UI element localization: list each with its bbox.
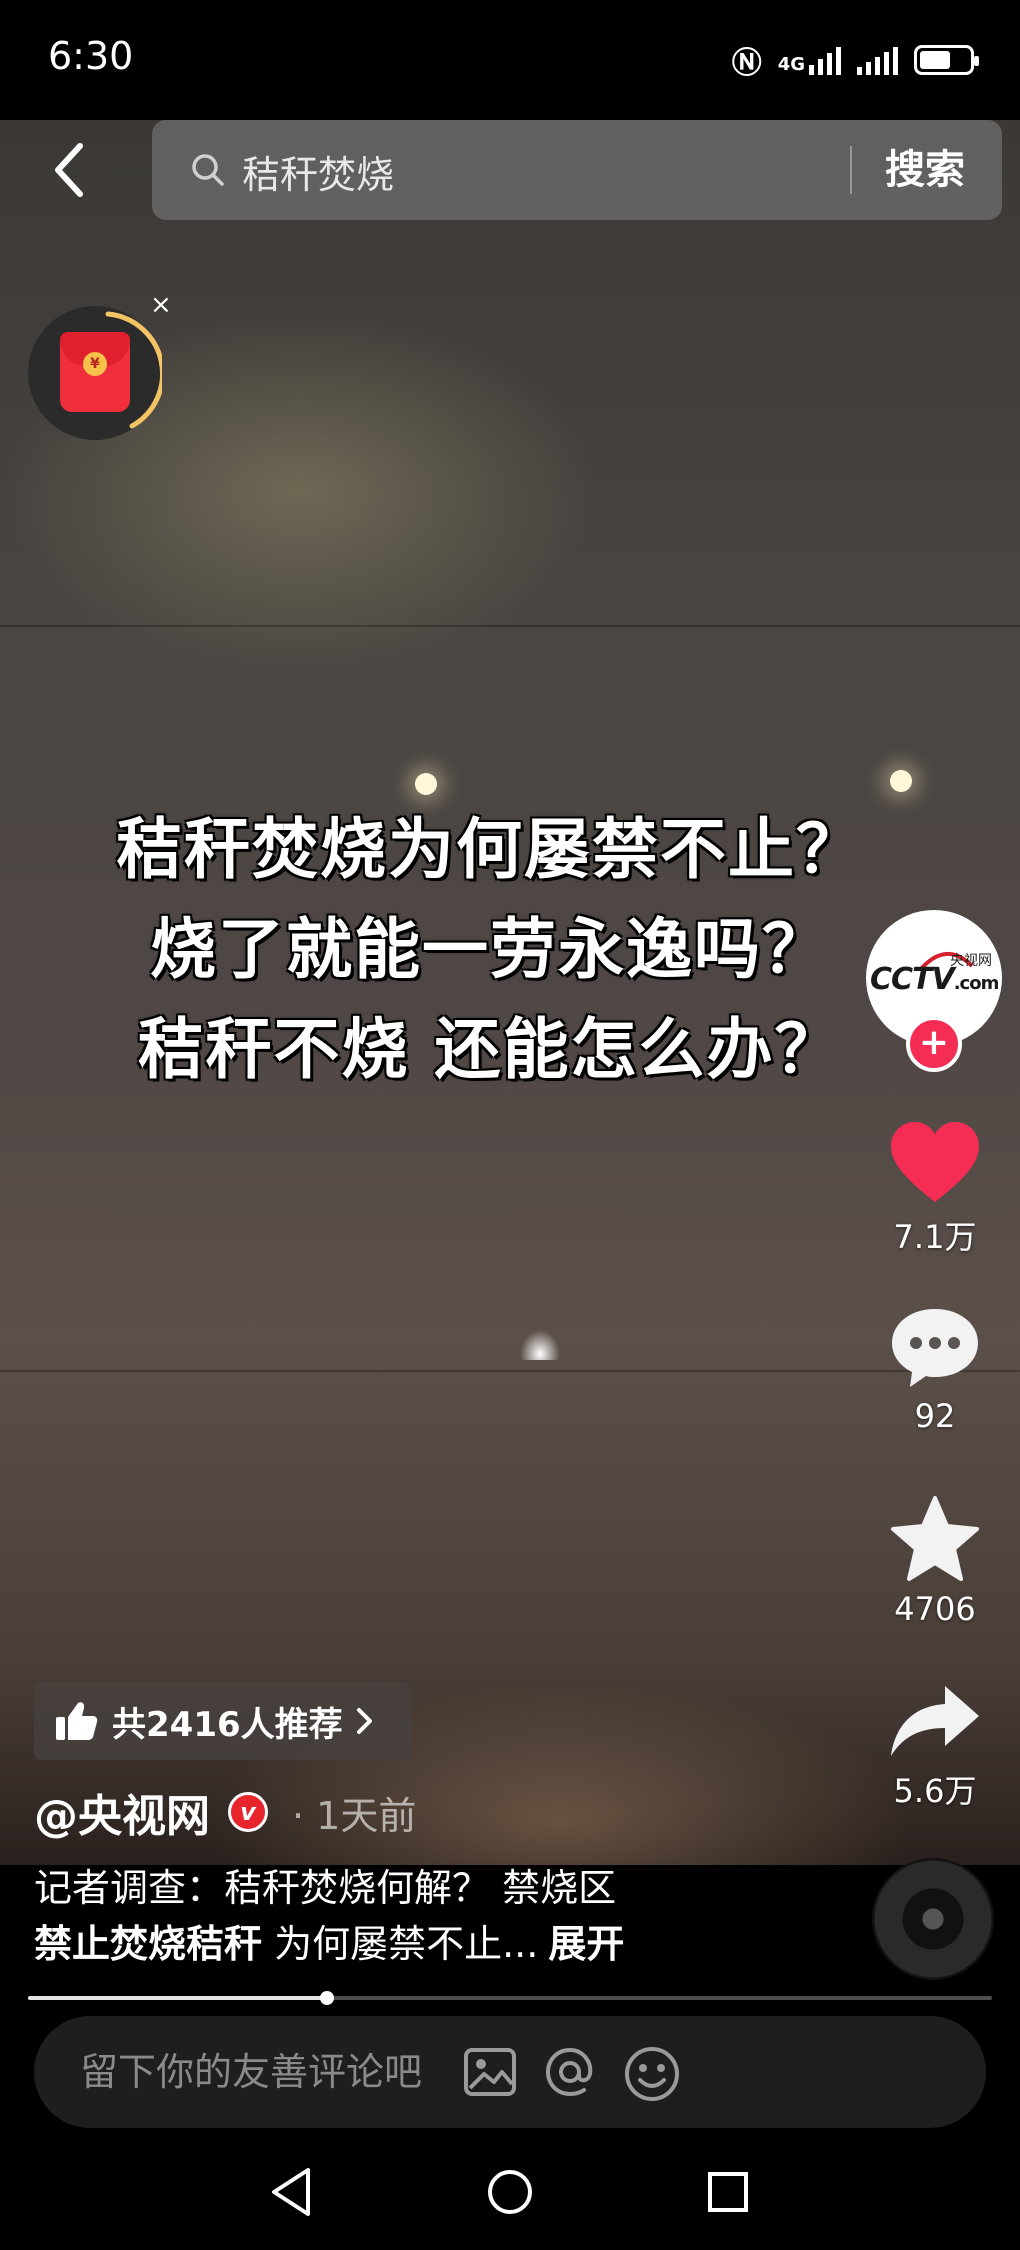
like-count: 7.1万	[893, 1218, 977, 1256]
search-query[interactable]: 秸秆焚烧	[242, 144, 394, 199]
caption-rest: 为何屡禁不止...	[262, 1922, 539, 1966]
caption-line-1: 记者调查：秸秆焚烧何解？ 禁烧区	[34, 1866, 617, 1910]
battery-icon	[914, 45, 979, 75]
street-lamp	[890, 770, 912, 792]
share-arrow-icon	[891, 1686, 979, 1756]
caption-line-2: 禁止焚烧秸秆 为何屡禁不止... 展开	[34, 1916, 854, 1972]
expand-link[interactable]: 展开	[548, 1922, 624, 1966]
music-disc[interactable]	[872, 1858, 994, 1980]
cellular-signal-icon	[857, 45, 898, 75]
street-lamp	[415, 773, 437, 795]
recommend-chip[interactable]: 共2416人推荐	[34, 1682, 412, 1760]
caption-bold-tag: 禁止焚烧秸秆	[34, 1922, 263, 1966]
comment-button[interactable]: 92	[880, 1305, 990, 1435]
heart-icon	[891, 1122, 979, 1202]
thumbs-up-icon	[56, 1702, 98, 1740]
author-row: @央视网 v · 1天前	[34, 1780, 416, 1844]
video-caption[interactable]: 记者调查：秸秆焚烧何解？ 禁烧区 禁止焚烧秸秆 为何屡禁不止... 展开	[34, 1860, 854, 1972]
overlay-line: 秸秆焚烧为何屡禁不止？	[116, 811, 864, 888]
chevron-right-icon	[356, 1708, 372, 1734]
author-name[interactable]: @央视网	[34, 1780, 210, 1844]
distant-fire	[520, 1330, 560, 1360]
search-bar[interactable]: 秸秆焚烧 搜索	[152, 120, 1002, 220]
overlay-line: 秸秆不烧 还能怎么办？	[137, 1011, 843, 1088]
share-button[interactable]: 5.6万	[880, 1682, 990, 1812]
back-button[interactable]	[40, 135, 100, 205]
mention-at-icon[interactable]	[542, 2044, 598, 2100]
system-nav-bar	[0, 2140, 1020, 2250]
favorite-button[interactable]: 4706	[880, 1494, 990, 1628]
nav-home-icon[interactable]	[484, 2164, 536, 2220]
video-overlay-title: 秸秆焚烧为何屡禁不止？ 烧了就能一劳永逸吗？ 秸秆不烧 还能怎么办？	[60, 800, 920, 1100]
logo-text: CCTV	[870, 962, 955, 997]
progress-fill	[28, 1996, 327, 2000]
coin-icon: ¥	[83, 352, 107, 376]
red-packet-widget[interactable]: ¥	[28, 306, 162, 440]
network-label: 4G	[777, 54, 805, 75]
logo-cn: 央视网	[950, 953, 992, 969]
post-time: · 1天前	[292, 1793, 417, 1838]
status-bar: 6:30 Ⓝ 4G	[0, 0, 1020, 120]
follow-button[interactable]: +	[906, 1016, 962, 1072]
status-time: 6:30	[48, 34, 134, 78]
comment-count: 92	[914, 1397, 956, 1435]
comment-input[interactable]	[80, 2044, 620, 2100]
comment-bar	[34, 2016, 986, 2128]
emoji-icon[interactable]	[622, 2044, 682, 2104]
overlay-line: 烧了就能一劳永逸吗？	[150, 911, 830, 988]
nav-back-icon[interactable]	[266, 2164, 318, 2220]
search-divider	[850, 146, 852, 194]
nfc-icon: Ⓝ	[731, 46, 762, 81]
close-icon[interactable]: ×	[150, 290, 172, 320]
status-icons: Ⓝ 4G	[731, 38, 979, 82]
star-icon	[891, 1496, 979, 1581]
progress-handle[interactable]	[319, 1991, 334, 2005]
search-icon	[192, 154, 224, 186]
favorite-count: 4706	[894, 1590, 976, 1628]
image-icon[interactable]	[462, 2044, 518, 2100]
search-button[interactable]: 搜索	[870, 142, 980, 198]
like-button[interactable]: 7.1万	[880, 1118, 990, 1258]
recommend-label: 共2416人推荐	[112, 1704, 343, 1745]
nav-recents-icon[interactable]	[702, 2164, 754, 2220]
chevron-left-icon	[55, 143, 83, 197]
cellular-4g-icon: 4G	[778, 45, 841, 75]
logo-suffix: .com	[953, 973, 1000, 994]
share-count: 5.6万	[893, 1772, 977, 1810]
verified-badge-icon: v	[228, 1792, 268, 1832]
comment-bubble-icon	[892, 1309, 978, 1387]
video-progress-bar[interactable]	[28, 1991, 992, 2005]
red-envelope-icon: ¥	[60, 332, 130, 412]
